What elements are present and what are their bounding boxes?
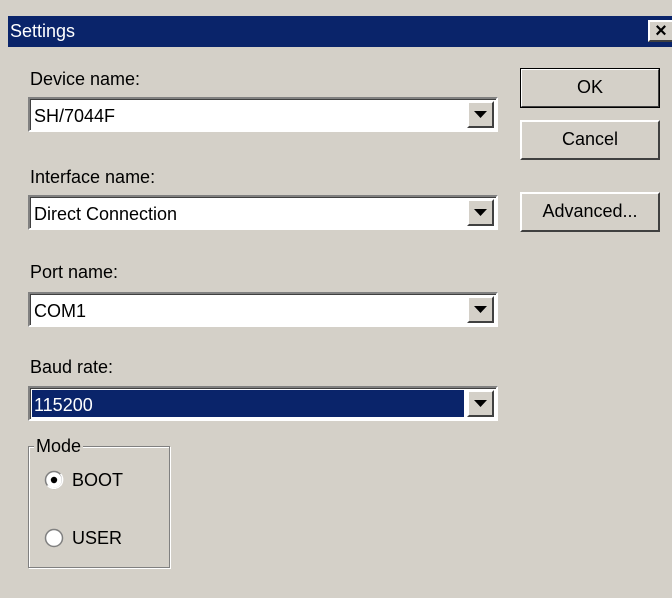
dropdown-arrow-button[interactable] (467, 390, 494, 417)
close-icon: × (655, 20, 667, 42)
user-radio[interactable] (44, 528, 64, 548)
dropdown-arrow-button[interactable] (467, 199, 494, 226)
close-button[interactable]: × (648, 20, 672, 42)
radio-unselected-icon (44, 528, 64, 548)
dropdown-arrow-button[interactable] (467, 101, 494, 128)
interface-name-dropdown[interactable]: Direct Connection (28, 195, 498, 230)
port-name-value: COM1 (34, 301, 87, 321)
device-name-label: Device name: (30, 69, 141, 89)
baud-rate-value: 115200 (34, 395, 93, 415)
baud-rate-label: Baud rate: (30, 357, 114, 377)
mode-group-label: Mode (34, 436, 84, 456)
chevron-down-icon (474, 306, 487, 313)
cancel-button[interactable]: Cancel (520, 120, 660, 160)
advanced-button[interactable]: Advanced... (520, 192, 660, 232)
chevron-down-icon (474, 111, 487, 118)
interface-name-label: Interface name: (30, 167, 156, 187)
chevron-down-icon (474, 209, 487, 216)
port-name-dropdown[interactable]: COM1 (28, 292, 498, 327)
selection-highlight (32, 390, 464, 417)
mode-groupbox (28, 446, 170, 568)
interface-name-value: Direct Connection (34, 204, 178, 224)
baud-rate-dropdown[interactable]: 115200 (28, 386, 498, 421)
dropdown-arrow-button[interactable] (467, 296, 494, 323)
boot-radio-label[interactable]: BOOT (72, 469, 123, 491)
chevron-down-icon (474, 400, 487, 407)
radio-selected-icon (44, 470, 64, 490)
settings-dialog: Settings × Device name: SH/7044F Interfa… (0, 0, 672, 598)
boot-radio[interactable] (44, 470, 64, 490)
device-name-dropdown[interactable]: SH/7044F (28, 97, 498, 132)
port-name-label: Port name: (30, 262, 119, 282)
user-radio-label[interactable]: USER (72, 527, 122, 549)
device-name-value: SH/7044F (34, 106, 116, 126)
ok-button[interactable]: OK (520, 68, 660, 108)
title-bar[interactable]: Settings × (8, 16, 672, 47)
window-title: Settings (10, 21, 76, 41)
